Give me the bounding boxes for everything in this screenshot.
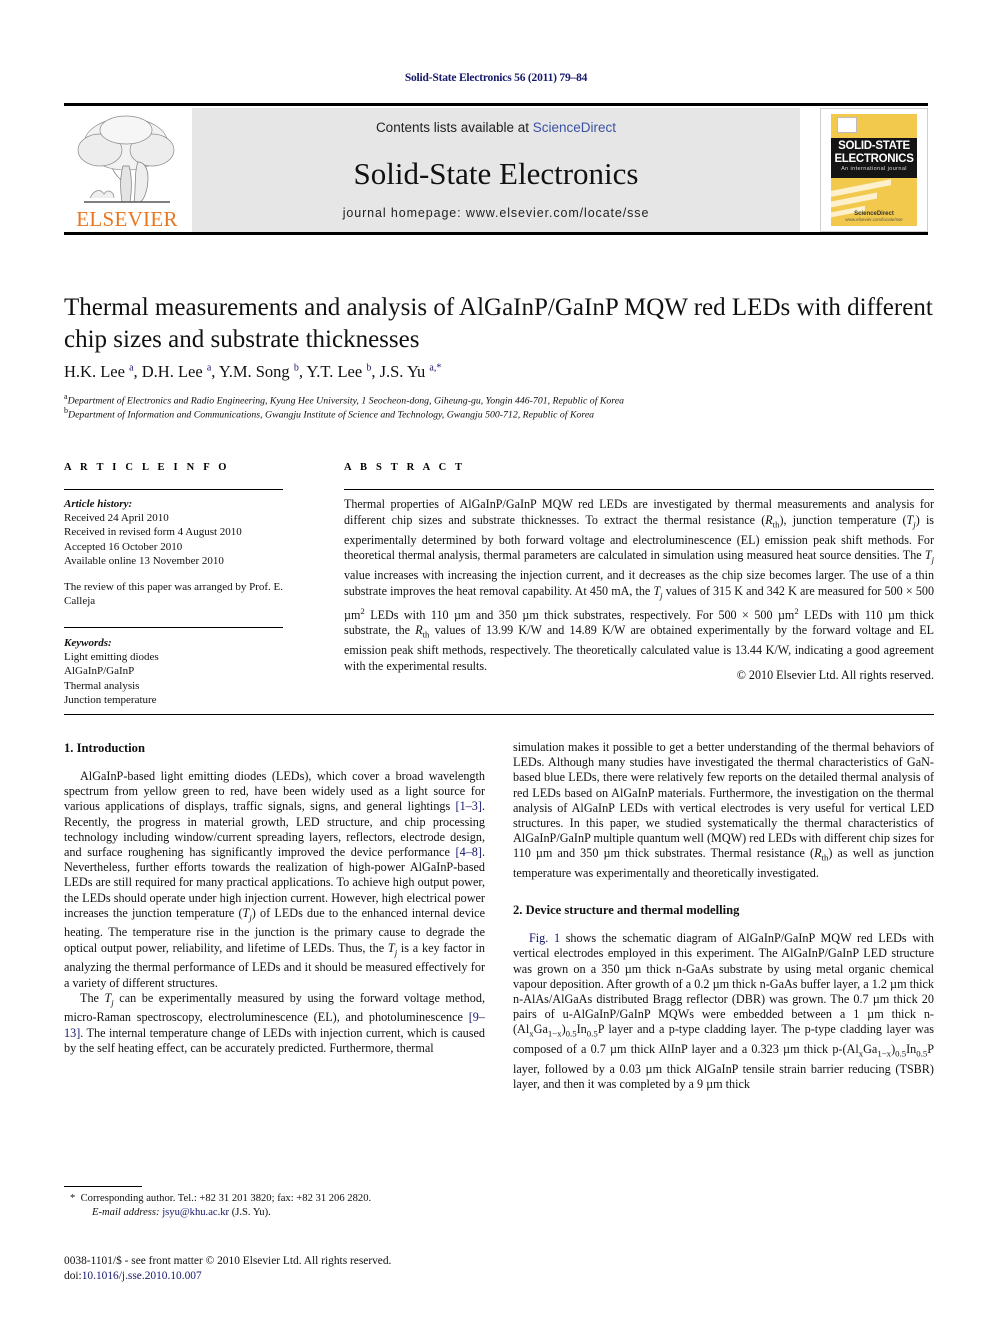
keyword-item: AlGaInP/GaInP — [64, 665, 135, 678]
journal-cover-art: SOLID-STATE ELECTRONICS An international… — [831, 114, 917, 226]
editor-note: The review of this paper was arranged by… — [64, 581, 284, 608]
affiliation-a-text: Department of Electronics and Radio Engi… — [67, 395, 624, 407]
keyword-item: Light emitting diodes — [64, 651, 159, 664]
history-item: Accepted 16 October 2010 — [64, 540, 183, 553]
cover-subtitle: An international journal — [841, 166, 907, 172]
keyword-item: Thermal analysis — [64, 679, 140, 692]
page-title: Thermal measurements and analysis of AlG… — [64, 294, 933, 353]
abstract-rule — [344, 489, 934, 490]
section-heading-introduction: 1. Introduction — [64, 741, 145, 755]
corresponding-author-note: * Corresponding author. Tel.: +82 31 201… — [64, 1192, 494, 1206]
affiliation-a: aDepartment of Electronics and Radio Eng… — [64, 392, 934, 406]
contents-available-line: Contents lists available at ScienceDirec… — [192, 120, 800, 135]
cover-title-line2: ELECTRONICS — [834, 153, 914, 165]
keyword-item: Junction temperature — [64, 693, 157, 706]
paragraph: simulation makes it possible to get a be… — [513, 740, 934, 881]
issn-block: 0038-1101/$ - see front matter © 2010 El… — [64, 1254, 564, 1283]
issn-line: 0038-1101/$ - see front matter © 2010 El… — [64, 1255, 392, 1267]
doi-value[interactable]: 10.1016/j.sse.2010.10.007 — [82, 1270, 202, 1282]
masthead-top-rule — [64, 103, 928, 106]
affiliation-b-text: Department of Information and Communicat… — [68, 409, 595, 421]
body-column-right: simulation makes it possible to get a be… — [513, 740, 934, 1092]
elsevier-logo: ELSEVIER — [64, 108, 190, 232]
abstract-heading: A B S T R A C T — [344, 462, 466, 473]
journal-article-page: Solid-State Electronics 56 (2011) 79–84 — [0, 0, 992, 1323]
corresponding-marker: * — [70, 1193, 76, 1204]
abstract-bottom-rule — [64, 714, 934, 715]
author-list: H.K. Lee a, D.H. Lee a, Y.M. Song b, Y.T… — [64, 362, 442, 381]
elsevier-wordmark: ELSEVIER — [76, 207, 178, 231]
email-note: E-mail address: jsyu@khu.ac.kr (J.S. Yu)… — [64, 1206, 494, 1220]
contents-prefix: Contents lists available at — [375, 120, 533, 135]
body-column-left: 1. Introduction AlGaInP-based light emit… — [64, 740, 485, 1056]
cover-title-line1: SOLID-STATE — [838, 140, 910, 152]
article-info-rule — [64, 489, 283, 490]
contents-banner: Contents lists available at ScienceDirec… — [192, 108, 800, 232]
cover-publisher-badge-icon — [837, 117, 857, 133]
article-info-heading: A R T I C L E I N F O — [64, 462, 230, 473]
cover-footer: ScienceDirect www.elsevier.com/locate/ss… — [831, 211, 917, 222]
journal-title: Solid-State Electronics — [353, 156, 639, 191]
journal-homepage-line[interactable]: journal homepage: www.elsevier.com/locat… — [192, 206, 800, 220]
paragraph: The Tj can be experimentally measured by… — [64, 990, 486, 1055]
corresponding-text: Corresponding author. Tel.: +82 31 201 3… — [80, 1193, 372, 1204]
running-head: Solid-State Electronics 56 (2011) 79–84 — [404, 72, 588, 84]
journal-cover-thumbnail: SOLID-STATE ELECTRONICS An international… — [820, 108, 928, 232]
article-history: Article history: Received 24 April 2010 … — [64, 497, 289, 568]
paragraph: Fig. 1 shows the schematic diagram of Al… — [513, 931, 934, 1091]
article-info-block: Article history: Received 24 April 2010 … — [64, 497, 289, 608]
doi-line: doi:10.1016/j.sse.2010.10.007 — [64, 1269, 564, 1284]
journal-masthead: ELSEVIER Contents lists available at Sci… — [64, 103, 928, 235]
masthead-bottom-rule — [64, 232, 928, 235]
doi-label: doi: — [64, 1269, 82, 1282]
article-history-label: Article history: — [64, 498, 133, 510]
footnote-block: * Corresponding author. Tel.: +82 31 201… — [64, 1192, 494, 1219]
email-owner: (J.S. Yu). — [231, 1206, 271, 1218]
elsevier-tree-icon — [77, 115, 175, 203]
keywords-block: Keywords: Light emitting diodes AlGaInP/… — [64, 636, 289, 707]
keywords-label: Keywords: — [64, 637, 112, 649]
abstract-text: Thermal properties of AlGaInP/GaInP MQW … — [344, 497, 935, 673]
affiliation-b: bDepartment of Information and Communica… — [64, 406, 934, 420]
email-address[interactable]: jsyu@khu.ac.kr — [162, 1207, 229, 1218]
cover-footer-sub: www.elsevier.com/locate/sse — [845, 217, 903, 222]
paragraph: AlGaInP-based light emitting diodes (LED… — [64, 769, 486, 990]
sciencedirect-link[interactable]: ScienceDirect — [533, 120, 616, 135]
history-item: Available online 13 November 2010 — [64, 554, 224, 567]
history-item: Received in revised form 4 August 2010 — [64, 526, 242, 539]
copyright-line: © 2010 Elsevier Ltd. All rights reserved… — [736, 668, 934, 682]
footnote-rule — [64, 1186, 142, 1187]
section-heading-device-structure: 2. Device structure and thermal modellin… — [513, 903, 740, 918]
keywords-rule — [64, 627, 283, 628]
email-label: E-mail address: — [92, 1206, 160, 1218]
history-item: Received 24 April 2010 — [64, 512, 169, 525]
